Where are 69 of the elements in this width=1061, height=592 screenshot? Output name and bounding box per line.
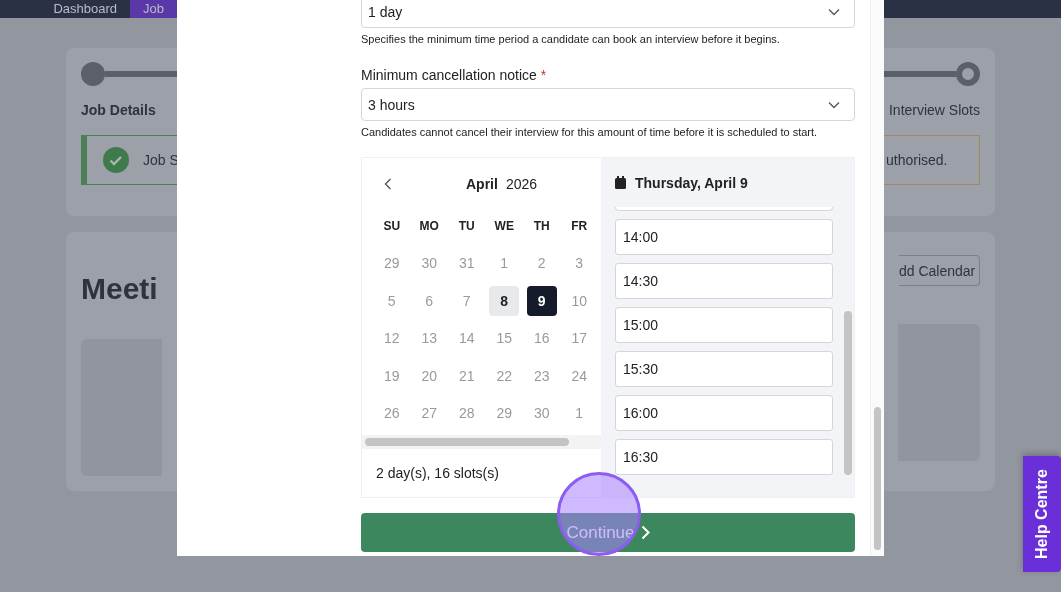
time-slot[interactable]: 16:00 — [615, 395, 833, 431]
modal-scrollbar[interactable] — [870, 0, 884, 556]
nav-tab[interactable]: Job — [130, 0, 177, 18]
chevron-left-icon[interactable] — [384, 178, 392, 190]
weekday-label: TH — [532, 217, 551, 235]
weekday-label: SU — [382, 217, 402, 235]
calendar-day[interactable]: 1 — [564, 398, 595, 429]
check-icon — [103, 147, 129, 173]
slots-date: Thursday, April 9 — [635, 174, 748, 191]
calendar-day[interactable]: 27 — [414, 398, 445, 429]
section-title: Meeti — [81, 272, 158, 306]
slot-summary: 2 day(s), 16 slots(s) — [375, 464, 500, 483]
weekday-label: TU — [457, 217, 476, 235]
calendar-day[interactable]: 19 — [376, 360, 407, 391]
time-slot[interactable]: 15:00 — [615, 307, 833, 343]
calendar-day[interactable]: 13 — [414, 323, 445, 354]
calendar-day[interactable]: 31 — [451, 248, 482, 279]
calendar-day[interactable]: 8 — [489, 285, 520, 316]
select-field[interactable]: 3 hours — [361, 88, 855, 121]
calendar-day[interactable]: 9 — [526, 285, 557, 316]
horizontal-scrollbar[interactable] — [362, 435, 601, 449]
calendar-day[interactable]: 7 — [451, 285, 482, 316]
help-text: Specifies the minimum time period a candidate can book an interview before it begins. — [361, 33, 781, 46]
calendar-day[interactable]: 21 — [451, 360, 482, 391]
chevron-down-icon — [828, 100, 840, 109]
time-slot[interactable]: 14:00 — [615, 219, 833, 255]
calendar-day[interactable]: 30 — [414, 248, 445, 279]
select-field[interactable]: 1 day — [361, 0, 855, 28]
calendar-day[interactable]: 24 — [564, 360, 595, 391]
calendar-day[interactable]: 6 — [414, 285, 445, 316]
calendar-day[interactable]: 29 — [489, 398, 520, 429]
weekday-label: FR — [570, 217, 589, 235]
calendar-day[interactable]: 12 — [376, 323, 407, 354]
calendar-day[interactable]: 2 — [526, 248, 557, 279]
calendar-day[interactable]: 26 — [376, 398, 407, 429]
calendar-day[interactable]: 10 — [564, 285, 595, 316]
time-slot[interactable]: 15:30 — [615, 351, 833, 387]
nav-tab[interactable]: Dashboard — [53, 0, 131, 18]
calendar-day[interactable]: 3 — [564, 248, 595, 279]
step-ring — [956, 62, 980, 86]
calendar-day[interactable]: 29 — [376, 248, 407, 279]
continue-button[interactable]: Continue — [361, 513, 855, 552]
step-label: Job Details — [81, 102, 156, 118]
calendar-day[interactable]: 1 — [489, 248, 520, 279]
field-label: Minimum cancellation notice * — [361, 67, 548, 83]
calendar-day[interactable]: 5 — [376, 285, 407, 316]
time-slot[interactable]: 14:30 — [615, 263, 833, 299]
calendar-day[interactable]: 17 — [564, 323, 595, 354]
calendar-day[interactable]: 15 — [489, 323, 520, 354]
month-title: April 2026 — [466, 176, 538, 192]
calendar-day[interactable]: 28 — [451, 398, 482, 429]
step-dot — [81, 62, 105, 86]
calendar-day[interactable]: 30 — [526, 398, 557, 429]
chevron-right-icon — [640, 525, 650, 540]
calendar-day[interactable]: 23 — [526, 360, 557, 391]
weekday-label: MO — [418, 217, 440, 235]
help-text: Candidates cannot cancel their interview for this amount of time before it is scheduled to start. — [361, 126, 819, 139]
time-slot[interactable]: 16:30 — [615, 439, 833, 475]
add-calendar-button[interactable]: dd Calendar — [899, 255, 980, 286]
help-centre-tab[interactable]: Help Centre — [1023, 456, 1061, 572]
calendar-day[interactable]: 14 — [451, 323, 482, 354]
calendar-day[interactable]: 22 — [489, 360, 520, 391]
calendar-icon — [615, 176, 626, 189]
chevron-down-icon — [828, 7, 840, 16]
calendar-day[interactable]: 20 — [414, 360, 445, 391]
weekday-label: WE — [493, 217, 515, 235]
calendar-day[interactable]: 16 — [526, 323, 557, 354]
alert-text: uthorised. — [886, 152, 948, 168]
step-label: Interview Slots — [888, 102, 980, 118]
